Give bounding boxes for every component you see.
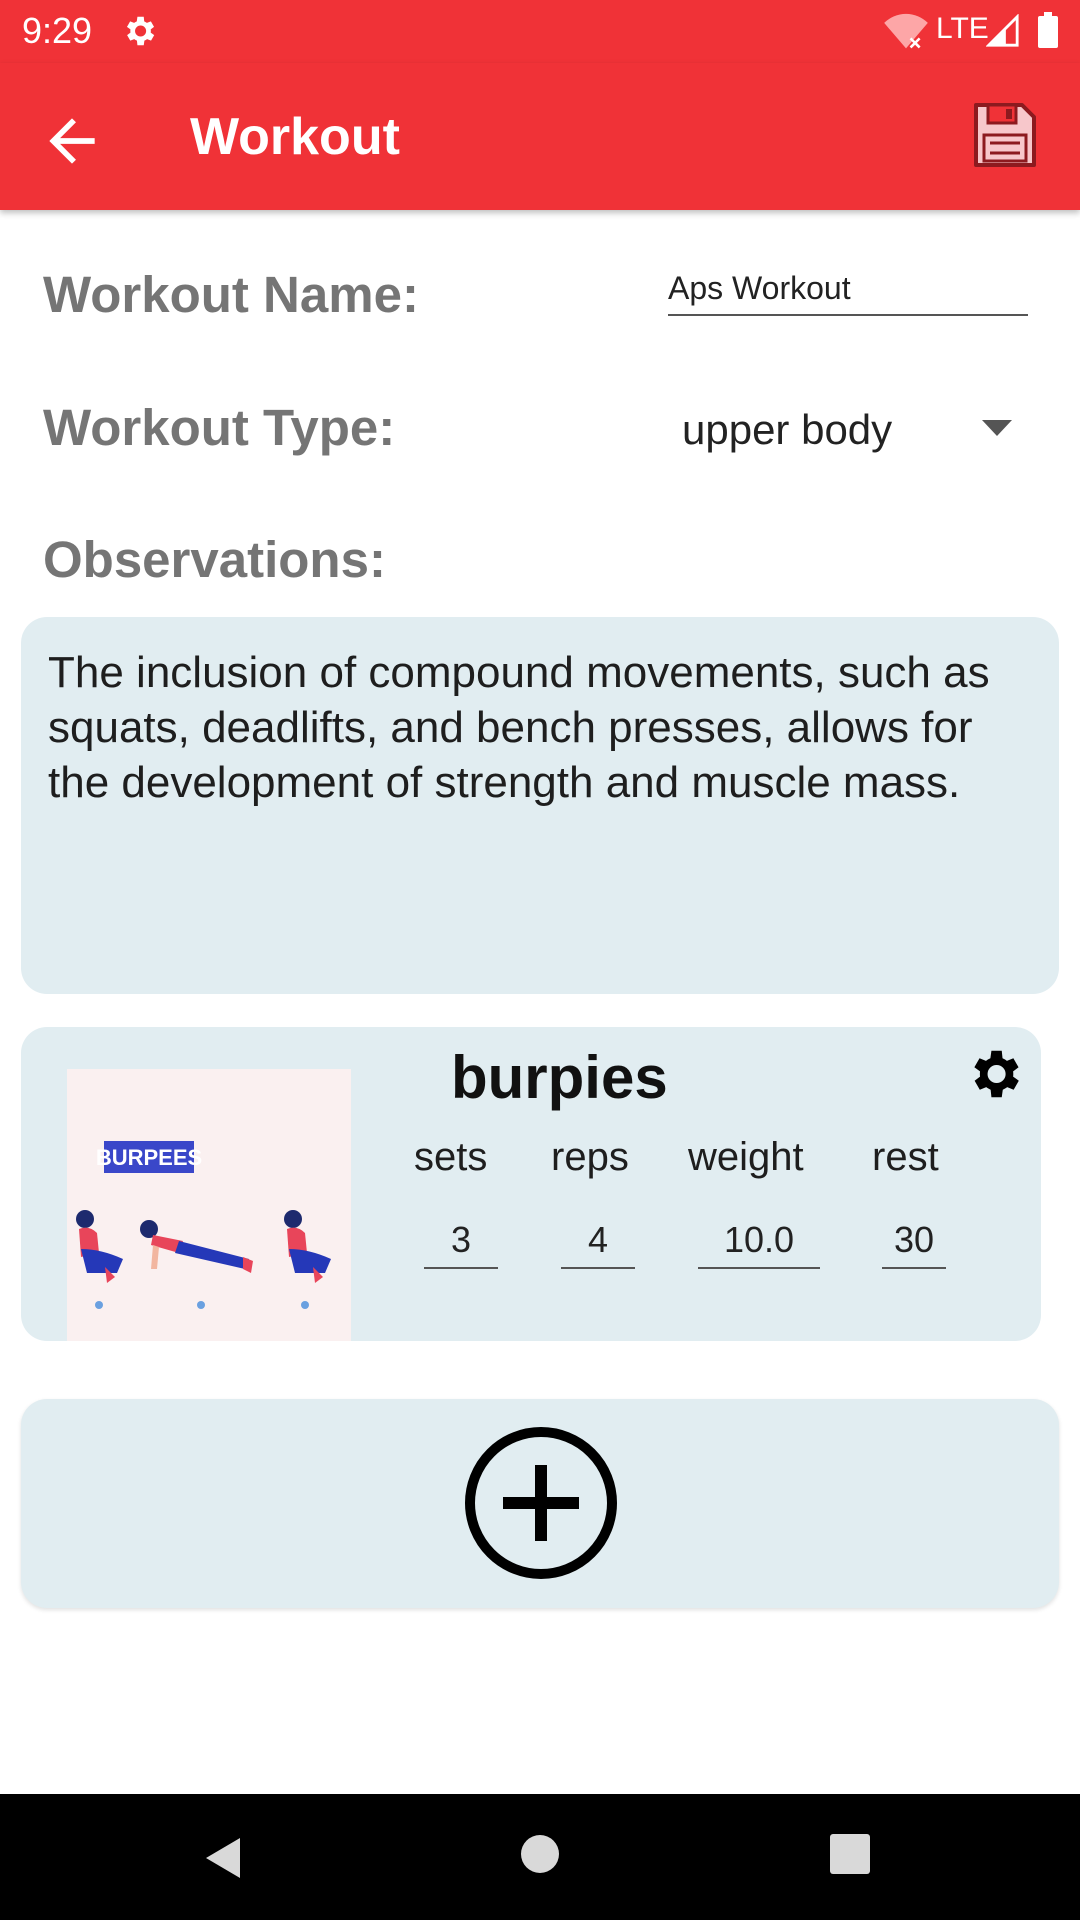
navigation-bar <box>0 1794 1080 1920</box>
add-circle-icon <box>465 1427 617 1579</box>
dropdown-arrow-icon <box>982 420 1012 436</box>
network-type: LTE <box>936 12 989 45</box>
reps-header: reps <box>551 1135 629 1179</box>
page-title: Workout <box>190 108 400 166</box>
weight-input[interactable] <box>698 1213 820 1269</box>
workout-type-value: upper body <box>682 406 893 453</box>
workout-name-label: Workout Name: <box>43 266 419 323</box>
rest-header: rest <box>872 1135 939 1179</box>
arrow-back-icon[interactable] <box>38 107 106 175</box>
rest-input[interactable] <box>882 1213 946 1269</box>
workout-type-label: Workout Type: <box>43 399 396 456</box>
status-bar: 9:29 LTE <box>0 0 1080 63</box>
exercise-settings-icon[interactable] <box>963 1043 1025 1105</box>
exercise-name: burpies <box>451 1044 668 1111</box>
app-bar: Workout <box>0 63 1080 210</box>
workout-name-input[interactable] <box>668 262 1028 316</box>
exercise-image: BURPEES <box>67 1069 351 1341</box>
battery-icon <box>1038 12 1058 48</box>
nav-recents-icon[interactable] <box>830 1834 870 1874</box>
weight-header: weight <box>688 1135 804 1179</box>
add-exercise-button[interactable] <box>21 1399 1059 1608</box>
floppy-disk-icon[interactable] <box>972 101 1038 169</box>
nav-back-icon[interactable] <box>200 1834 246 1882</box>
observations-label: Observations: <box>43 531 386 588</box>
sets-input[interactable] <box>424 1213 498 1269</box>
status-time: 9:29 <box>22 10 93 51</box>
workout-type-dropdown[interactable]: upper body <box>682 400 1012 462</box>
exercise-card[interactable]: BURPEES burpies sets reps weight rest <box>21 1027 1041 1341</box>
settings-icon <box>126 16 155 46</box>
signal-icon <box>986 14 1019 47</box>
observations-textarea[interactable]: The inclusion of compound movements, suc… <box>21 617 1059 994</box>
exercise-image-caption: BURPEES <box>96 1145 202 1170</box>
sets-header: sets <box>414 1135 488 1179</box>
wifi-off-icon <box>884 13 928 49</box>
nav-home-icon[interactable] <box>520 1834 560 1874</box>
reps-input[interactable] <box>561 1213 635 1269</box>
